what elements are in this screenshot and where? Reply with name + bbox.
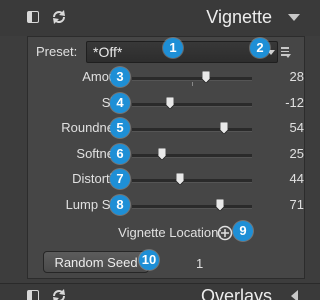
random-seed-button[interactable]: Random Seed (43, 251, 149, 273)
slider-value: -12 (285, 95, 304, 110)
panel-title: Vignette (206, 7, 272, 27)
slider-row-softness: Softness 25 (28, 144, 304, 164)
callout-badge: 2 (250, 38, 270, 58)
reset-icon[interactable] (50, 287, 68, 300)
random-seed-row: Random Seed 1 (28, 251, 304, 275)
slider-value: 28 (289, 69, 304, 84)
callout-badge: 10 (139, 250, 159, 270)
slider-value: 25 (289, 146, 304, 161)
slider-center-tick (192, 82, 193, 86)
slider-track[interactable] (132, 173, 252, 185)
slider-thumb[interactable] (220, 122, 229, 134)
slider-value: 54 (289, 120, 304, 135)
slider-thumb[interactable] (176, 173, 184, 185)
vignette-location-label: Vignette Location: (118, 225, 222, 240)
overlays-panel-header[interactable]: Overlays (0, 283, 320, 300)
slider-row-roundness: Roundness 54 (28, 118, 304, 138)
slider-row-lump-size: Lump Size 71 (28, 195, 304, 215)
callout-badge: 4 (110, 93, 130, 113)
slider-track[interactable] (132, 199, 252, 211)
slider-row-amount: Amount 28 (28, 67, 304, 87)
preset-value: *Off* (93, 44, 123, 60)
collapse-arrow-icon[interactable] (288, 14, 300, 21)
slider-thumb[interactable] (166, 97, 175, 109)
slider-thumb[interactable] (215, 199, 224, 211)
slider-thumb[interactable] (202, 71, 211, 83)
slider-track[interactable] (132, 148, 252, 160)
callout-badge: 3 (110, 67, 130, 87)
random-seed-value: 1 (196, 256, 204, 271)
callout-badge: 8 (110, 195, 130, 215)
vignette-panel-header[interactable]: Vignette (0, 0, 320, 36)
callout-badge: 5 (110, 118, 130, 138)
slider-row-size: Size-12 (28, 93, 304, 113)
callout-badge: 9 (233, 221, 253, 241)
slider-thumb[interactable] (158, 148, 166, 160)
slider-value: 71 (289, 197, 304, 212)
slider-track[interactable] (132, 71, 252, 86)
panel-toggle-icon[interactable] (27, 11, 39, 23)
target-add-icon[interactable] (217, 225, 233, 241)
callout-badge: 6 (110, 144, 130, 164)
slider-value: 44 (289, 171, 304, 186)
reset-icon[interactable] (50, 8, 68, 26)
vignette-location-row: Vignette Location: (28, 222, 304, 244)
preset-menu-arrow-icon (285, 54, 291, 58)
overlays-panel-title: Overlays (200, 286, 272, 300)
slider-track[interactable] (132, 97, 252, 109)
slider-track[interactable] (132, 122, 252, 134)
callout-badge: 7 (110, 169, 130, 189)
callout-badge: 1 (163, 38, 183, 58)
preset-label: Preset: (36, 44, 78, 59)
slider-row-distortion: Distortion 44 (28, 169, 304, 189)
vignette-controls: Preset: *Off* Amount28 Size-12 Roundness54… (27, 36, 305, 279)
